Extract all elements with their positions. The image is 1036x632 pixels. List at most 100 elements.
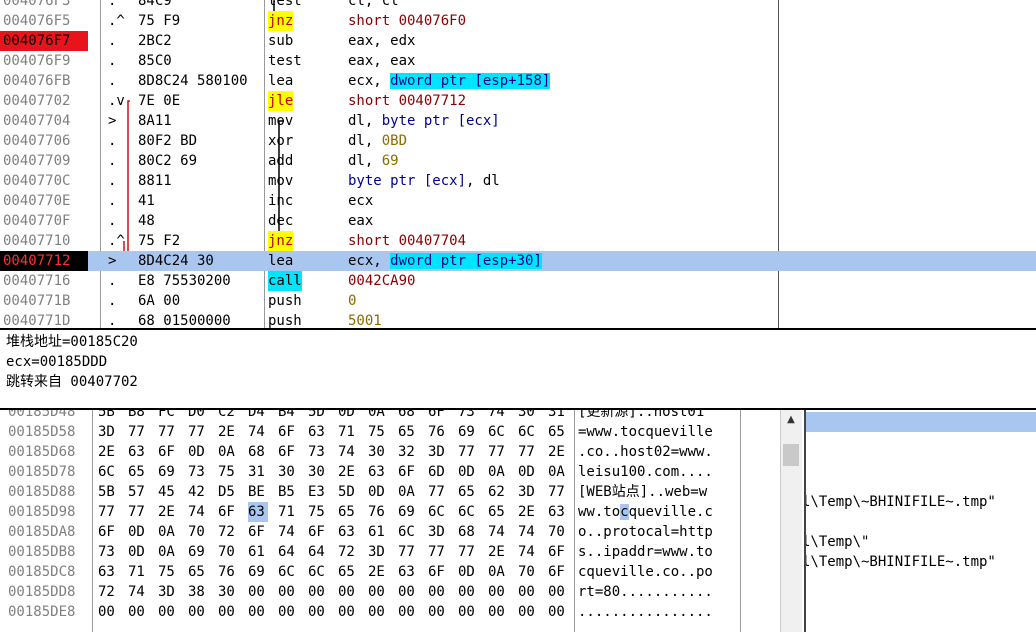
dump-row[interactable]: 00185D78 6C 65 69 73 75 31 30 30 2E 63 6F 6D 0D 0A 0D 0A… <box>0 462 780 482</box>
hex-byte[interactable]: 77 <box>98 502 118 522</box>
dump-address[interactable]: 00185D58 <box>8 422 75 442</box>
hex-byte[interactable]: 69 <box>458 422 478 442</box>
disasm-row[interactable]: 004076F7. 2BC2 sub eax, edx <box>0 31 1036 51</box>
hex-byte[interactable]: C2 <box>218 410 238 422</box>
dump-address[interactable]: 00185D88 <box>8 482 75 502</box>
hex-byte[interactable]: 6F <box>248 522 268 542</box>
hex-byte[interactable]: D4 <box>248 410 268 422</box>
disassembly-pane[interactable]: 004076F3. 84C9 test cl, cl 004076F5 .^ 75 F9 jn… <box>0 0 1036 328</box>
hex-byte[interactable]: 6F <box>428 410 448 422</box>
instruction-address[interactable]: 0040770C <box>3 171 91 191</box>
hex-byte[interactable]: B5 <box>278 482 298 502</box>
instruction-address[interactable]: 004076F3 <box>3 0 91 11</box>
disasm-row[interactable]: 00407710 .^ 75 F2 jnz short 00407704 <box>0 231 1036 251</box>
hex-byte[interactable]: 0D <box>188 442 208 462</box>
hex-byte[interactable]: 63 <box>398 562 418 582</box>
instruction-address[interactable]: 00407716 <box>3 271 91 291</box>
hex-byte[interactable]: 6C <box>488 422 508 442</box>
hex-byte[interactable]: 0A <box>548 462 568 482</box>
hex-byte[interactable]: 6C <box>308 562 328 582</box>
hex-byte[interactable]: 77 <box>548 482 568 502</box>
dump-row[interactable]: 00185D58 3D 77 77 77 2E 74 6F 63 71 75 65 76 69 6C 6C 65… <box>0 422 780 442</box>
hex-byte[interactable]: 69 <box>158 462 178 482</box>
dump-row[interactable]: 00185D98 77 77 2E 74 6F 63 71 75 65 76 69 6C 6C 65 2E 63… <box>0 502 780 522</box>
disasm-row[interactable]: 0040771D. 68 01500000 push 5001 <box>0 311 1036 328</box>
hex-byte[interactable]: 00 <box>188 602 208 622</box>
disasm-row[interactable]: 00407702 .v 7E 0E jle short 00407712 <box>0 91 1036 111</box>
dump-row[interactable]: 00185DD8 72 74 3D 38 30 00 00 00 00 00 00 00 00 00 00 00… <box>0 582 780 602</box>
hex-byte[interactable]: 3D <box>518 482 538 502</box>
hex-byte[interactable]: 63 <box>308 422 328 442</box>
disasm-row[interactable]: 0040770C. 8811 mov byte ptr [ecx], dl <box>0 171 1036 191</box>
hex-byte[interactable]: 5B <box>98 410 118 422</box>
hex-byte[interactable]: 0D <box>368 482 388 502</box>
hex-byte[interactable]: D5 <box>218 482 238 502</box>
hex-byte[interactable]: 63 <box>128 442 148 462</box>
hex-byte[interactable]: 6F <box>428 562 448 582</box>
memory-dump-pane[interactable]: 00185D48 5B B8 FC D0 C2 D4 B4 5D 0D 0A 68 6F 73 74 30 31… <box>0 410 806 632</box>
hex-byte[interactable]: 65 <box>338 502 358 522</box>
hex-byte[interactable]: 00 <box>278 582 298 602</box>
hex-byte[interactable]: 2E <box>518 502 538 522</box>
hex-byte[interactable]: 30 <box>518 410 538 422</box>
hex-byte[interactable]: 77 <box>128 502 148 522</box>
hex-byte[interactable]: 00 <box>488 582 508 602</box>
hex-byte[interactable]: 6F <box>98 522 118 542</box>
hex-byte[interactable]: 2E <box>98 442 118 462</box>
instruction-address[interactable]: 00407702 <box>3 91 91 111</box>
stack-selected-row[interactable] <box>806 412 1036 432</box>
instruction-address[interactable]: 0040771D <box>3 311 91 328</box>
hex-byte[interactable]: 3D <box>428 522 448 542</box>
hex-byte[interactable]: 0A <box>158 542 178 562</box>
hex-byte[interactable]: 2E <box>158 502 178 522</box>
hex-byte[interactable]: 00 <box>308 602 328 622</box>
hex-byte[interactable]: 0D <box>128 522 148 542</box>
hex-byte[interactable]: 00 <box>458 602 478 622</box>
dump-address[interactable]: 00185DB8 <box>8 542 75 562</box>
hex-byte[interactable]: 6C <box>98 462 118 482</box>
hex-byte[interactable]: 00 <box>98 602 118 622</box>
hex-byte[interactable]: 30 <box>278 462 298 482</box>
hex-byte[interactable]: 6F <box>218 502 238 522</box>
dump-scrollbar[interactable]: ▲ <box>780 410 802 632</box>
hex-byte[interactable]: 00 <box>128 602 148 622</box>
dump-row[interactable]: 00185DB8 73 0D 0A 69 70 61 64 64 72 3D 77 77 77 2E 74 6F… <box>0 542 780 562</box>
hex-byte[interactable]: 0D <box>458 462 478 482</box>
hex-byte[interactable]: 68 <box>248 442 268 462</box>
hex-byte[interactable]: 72 <box>338 542 358 562</box>
hex-byte[interactable]: 0A <box>488 562 508 582</box>
hex-byte[interactable]: 63 <box>368 462 388 482</box>
hex-byte[interactable]: 00 <box>398 582 418 602</box>
hex-byte[interactable]: 61 <box>368 522 388 542</box>
hex-byte[interactable]: 0A <box>158 522 178 542</box>
hex-byte[interactable]: 73 <box>98 542 118 562</box>
disasm-row[interactable]: 00407706. 80F2 BD xor dl, 0BD <box>0 131 1036 151</box>
hex-byte[interactable]: 6F <box>398 462 418 482</box>
hex-byte[interactable]: 65 <box>398 422 418 442</box>
hex-byte[interactable]: 77 <box>488 442 508 462</box>
hex-byte[interactable]: 0A <box>368 410 388 422</box>
hex-byte[interactable]: 6C <box>458 502 478 522</box>
hex-byte[interactable]: 00 <box>158 602 178 622</box>
hex-byte[interactable]: 74 <box>338 442 358 462</box>
dump-row[interactable]: 00185D48 5B B8 FC D0 C2 D4 B4 5D 0D 0A 68 6F 73 74 30 31… <box>0 410 780 422</box>
hex-byte[interactable]: 77 <box>428 482 448 502</box>
hex-byte[interactable]: 0D <box>128 542 148 562</box>
hex-byte[interactable]: 69 <box>248 562 268 582</box>
hex-byte[interactable]: 77 <box>458 442 478 462</box>
hex-byte[interactable]: 00 <box>308 582 328 602</box>
hex-byte[interactable]: 6F <box>278 442 298 462</box>
hex-byte[interactable]: 0D <box>338 410 358 422</box>
hex-byte[interactable]: 76 <box>428 422 448 442</box>
hex-byte[interactable]: 70 <box>548 522 568 542</box>
hex-byte[interactable]: 70 <box>188 522 208 542</box>
hex-byte[interactable]: 64 <box>308 542 328 562</box>
hex-byte[interactable]: 31 <box>548 410 568 422</box>
hex-byte[interactable]: 74 <box>488 410 508 422</box>
hex-byte[interactable]: 2E <box>368 562 388 582</box>
hex-byte[interactable]: 00 <box>218 602 238 622</box>
dump-row[interactable]: 00185DC8 63 71 75 65 76 69 6C 6C 65 2E 63 6F 0D 0A 70 6F… <box>0 562 780 582</box>
hex-byte[interactable]: 00 <box>278 602 298 622</box>
hex-byte[interactable]: 6C <box>428 502 448 522</box>
hex-byte[interactable]: FC <box>158 410 178 422</box>
